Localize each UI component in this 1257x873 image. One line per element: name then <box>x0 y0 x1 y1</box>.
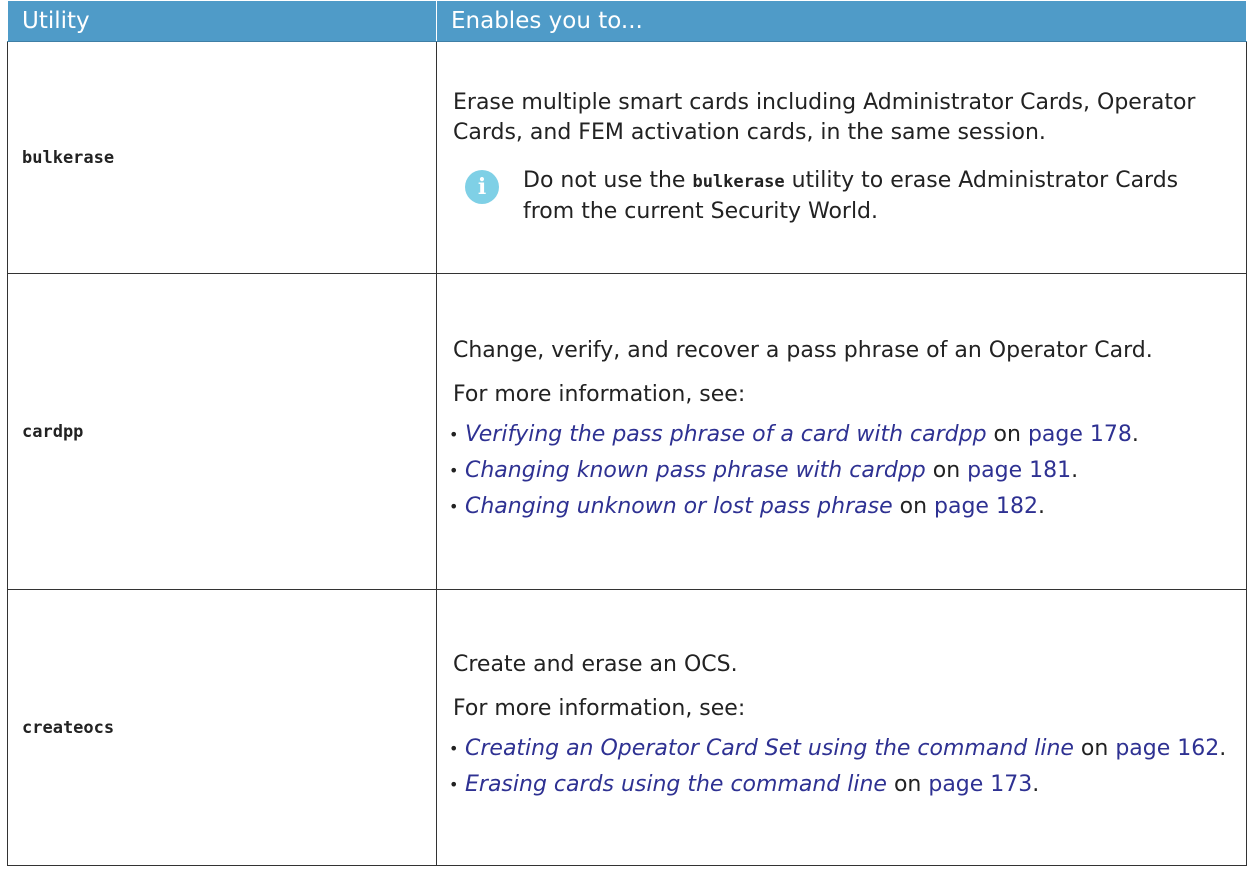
utility-cell: cardpp <box>7 273 437 590</box>
table-row: cardpp Change, verify, and recover a pas… <box>7 273 1247 590</box>
page-reference[interactable]: page 162 <box>1115 736 1219 761</box>
period: . <box>1219 735 1227 761</box>
header-enables: Enables you to... <box>436 0 1247 42</box>
utility-cell: createocs <box>7 589 437 866</box>
info-note: i Do not use the bulkerase utility to er… <box>453 158 1236 227</box>
utility-name: createocs <box>22 717 115 738</box>
on-text: on <box>892 493 935 519</box>
on-text: on <box>1073 735 1116 761</box>
page-reference[interactable]: page 181 <box>967 458 1071 483</box>
on-text: on <box>986 421 1028 447</box>
period: . <box>1131 421 1139 447</box>
period: . <box>1071 457 1079 483</box>
page-reference[interactable]: page 173 <box>928 772 1032 797</box>
cross-reference-link[interactable]: Verifying the pass phrase of a card with… <box>465 422 987 447</box>
list-item: Erasing cards using the command line on … <box>449 770 1236 800</box>
on-text: on <box>886 771 929 797</box>
description-text: Create and erase an OCS. <box>453 651 738 677</box>
description-cell: Erase multiple smart cards including Adm… <box>436 41 1247 274</box>
table-row: bulkerase Erase multiple smart cards inc… <box>7 41 1247 274</box>
period: . <box>1037 493 1045 519</box>
description-cell: Create and erase an OCS. For more inform… <box>436 589 1247 866</box>
note-prefix: Do not use the <box>523 168 693 193</box>
header-utility: Utility <box>7 0 437 42</box>
description-text: Erase multiple smart cards including Adm… <box>453 90 1196 145</box>
cross-reference-link[interactable]: Erasing cards using the command line <box>465 772 887 797</box>
description-cell: Change, verify, and recover a pass phras… <box>436 273 1247 590</box>
reference-list: Creating an Operator Card Set using the … <box>449 734 1236 800</box>
reference-list: Verifying the pass phrase of a card with… <box>449 420 1236 522</box>
cross-reference-link[interactable]: Creating an Operator Card Set using the … <box>465 736 1074 761</box>
table-row: createocs Create and erase an OCS. For m… <box>7 589 1247 866</box>
list-item: Creating an Operator Card Set using the … <box>449 734 1236 764</box>
utility-name: bulkerase <box>22 147 115 168</box>
info-icon: i <box>465 170 499 204</box>
page-reference[interactable]: page 182 <box>934 494 1038 519</box>
more-info-text: For more information, see: <box>453 381 746 407</box>
list-item: Verifying the pass phrase of a card with… <box>449 420 1236 450</box>
cross-reference-link[interactable]: Changing unknown or lost pass phrase <box>465 494 893 519</box>
period: . <box>1032 771 1040 797</box>
utility-cell: bulkerase <box>7 41 437 274</box>
list-item: Changing unknown or lost pass phrase on … <box>449 492 1236 522</box>
utility-name: cardpp <box>22 421 84 442</box>
header-row: Utility Enables you to... <box>7 0 1247 42</box>
note-text: Do not use the bulkerase utility to eras… <box>523 166 1236 227</box>
on-text: on <box>925 457 968 483</box>
cross-reference-link[interactable]: Changing known pass phrase with cardpp <box>465 458 926 483</box>
page-reference[interactable]: page 178 <box>1028 422 1132 447</box>
utilities-table: Utility Enables you to... bulkerase Eras… <box>7 0 1247 866</box>
note-code: bulkerase <box>692 172 785 192</box>
more-info-text: For more information, see: <box>453 695 746 721</box>
description-text: Change, verify, and recover a pass phras… <box>453 337 1153 363</box>
list-item: Changing known pass phrase with cardpp o… <box>449 456 1236 486</box>
